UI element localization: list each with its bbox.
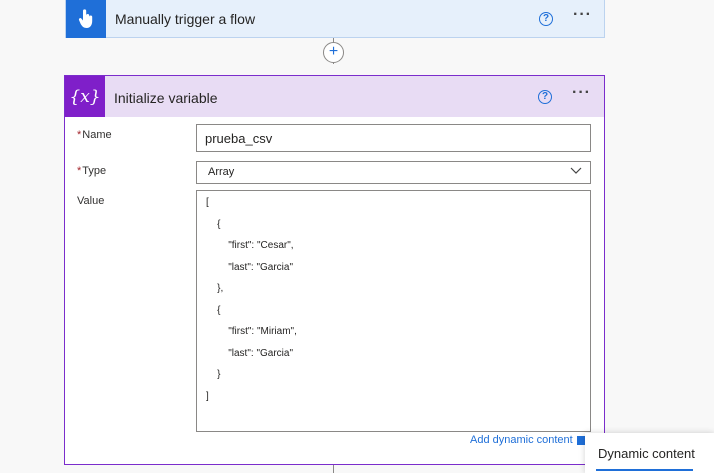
value-line: ] xyxy=(206,391,209,402)
value-line: { xyxy=(206,219,221,230)
tab-underline xyxy=(596,469,693,471)
connector-line xyxy=(333,465,334,473)
trigger-title: Manually trigger a flow xyxy=(115,11,256,27)
value-label: Value xyxy=(77,195,105,207)
trigger-card[interactable]: Manually trigger a flow ? ··· xyxy=(65,0,605,38)
type-selected-value: Array xyxy=(208,166,235,178)
touch-hand-icon xyxy=(66,0,106,38)
dynamic-content-panel: Dynamic content xyxy=(585,433,714,473)
value-line: "first": "Cesar", xyxy=(206,240,294,251)
more-options-icon[interactable]: ··· xyxy=(572,84,591,102)
add-step-button[interactable]: + xyxy=(323,42,344,63)
name-label-text: Name xyxy=(82,129,112,141)
chevron-down-icon xyxy=(570,167,582,174)
value-line: } xyxy=(206,369,221,380)
value-line: [ xyxy=(206,197,209,208)
more-options-icon[interactable]: ··· xyxy=(573,6,592,24)
required-marker: * xyxy=(77,129,82,141)
initialize-variable-card: {x} Initialize variable ? ··· *Name prue… xyxy=(64,75,605,465)
help-icon[interactable]: ? xyxy=(538,90,552,104)
name-field[interactable]: prueba_csv xyxy=(196,124,591,152)
value-line: "last": "Garcia" xyxy=(206,348,293,359)
required-marker: * xyxy=(77,165,82,177)
type-dropdown[interactable]: Array xyxy=(196,161,591,184)
card-header[interactable]: {x} Initialize variable ? ··· xyxy=(65,76,604,117)
value-line: }, xyxy=(206,283,224,294)
dynamic-content-tab[interactable]: Dynamic content xyxy=(598,446,695,461)
value-line: "last": "Garcia" xyxy=(206,262,293,273)
value-line: { xyxy=(206,305,221,316)
name-label: *Name xyxy=(77,129,112,141)
type-label: *Type xyxy=(77,165,106,177)
help-icon[interactable]: ? xyxy=(539,12,553,26)
type-label-text: Type xyxy=(82,165,107,177)
value-editor[interactable]: [ { "first": "Cesar", "last": "Garcia" }… xyxy=(196,190,591,432)
variable-card-title: Initialize variable xyxy=(114,90,218,106)
value-line: "first": "Miriam", xyxy=(206,326,297,337)
add-dynamic-content-link[interactable]: Add dynamic content xyxy=(470,434,573,446)
variable-icon: {x} xyxy=(65,76,105,117)
